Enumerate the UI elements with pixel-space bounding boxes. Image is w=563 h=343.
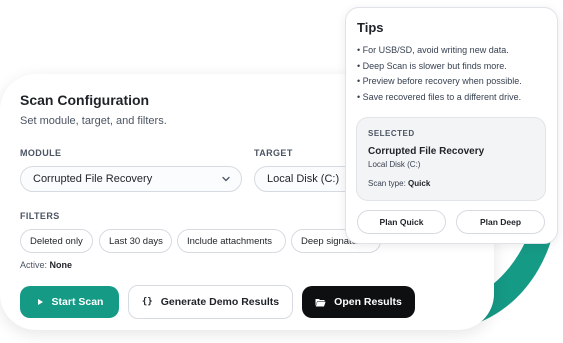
module-label: MODULE [20,148,62,158]
active-filters: Active: None [20,260,72,270]
selected-summary: SELECTED Corrupted File Recovery Local D… [356,117,546,201]
tip-item: • Save recovered files to a different dr… [357,91,522,102]
play-icon [37,299,43,305]
target-select-value: Local Disk (C:) [267,173,340,185]
module-select[interactable]: Corrupted File Recovery [20,166,242,192]
filters-label: FILTERS [20,211,60,221]
card-subtitle: Set module, target, and filters. [20,115,167,127]
start-scan-label: Start Scan [51,296,104,308]
filter-chip-last-30-days[interactable]: Last 30 days [99,229,172,253]
generate-demo-label: Generate Demo Results [160,296,280,308]
tip-item: • For USB/SD, avoid writing new data. [357,45,509,55]
scan-type-prefix: Scan type: [368,179,406,188]
plan-quick-button[interactable]: Plan Quick [357,210,446,234]
target-label: TARGET [254,148,293,158]
code-braces-icon: {} [141,297,153,307]
tip-item: • Deep Scan is slower but finds more. [357,60,507,71]
scan-type-value: Quick [408,179,431,188]
tip-item: • Preview before recovery when possible. [357,76,522,86]
tips-list: • For USB/SD, avoid writing new data. • … [357,43,522,105]
open-results-button[interactable]: Open Results [302,286,415,318]
chevron-down-icon [222,176,230,182]
selected-scan-type: Scan type: Quick [368,179,430,188]
folder-open-icon [315,298,326,306]
module-select-value: Corrupted File Recovery [33,173,153,185]
filter-chip-include-attachments[interactable]: Include attachments [177,229,286,253]
start-scan-button[interactable]: Start Scan [20,286,119,318]
filter-chip-deleted-only[interactable]: Deleted only [20,229,93,253]
selected-target: Local Disk (C:) [368,160,421,169]
card-title: Scan Configuration [20,92,150,108]
active-filters-prefix: Active: [20,260,48,270]
generate-demo-results-button[interactable]: {} Generate Demo Results [128,285,293,319]
plan-deep-button[interactable]: Plan Deep [456,210,545,234]
selected-module: Corrupted File Recovery [368,146,485,157]
tips-title: Tips [357,20,384,35]
open-results-label: Open Results [334,296,402,308]
selected-label: SELECTED [368,129,415,138]
active-filters-value: None [49,260,73,270]
tips-card: Tips • For USB/SD, avoid writing new dat… [345,7,558,244]
